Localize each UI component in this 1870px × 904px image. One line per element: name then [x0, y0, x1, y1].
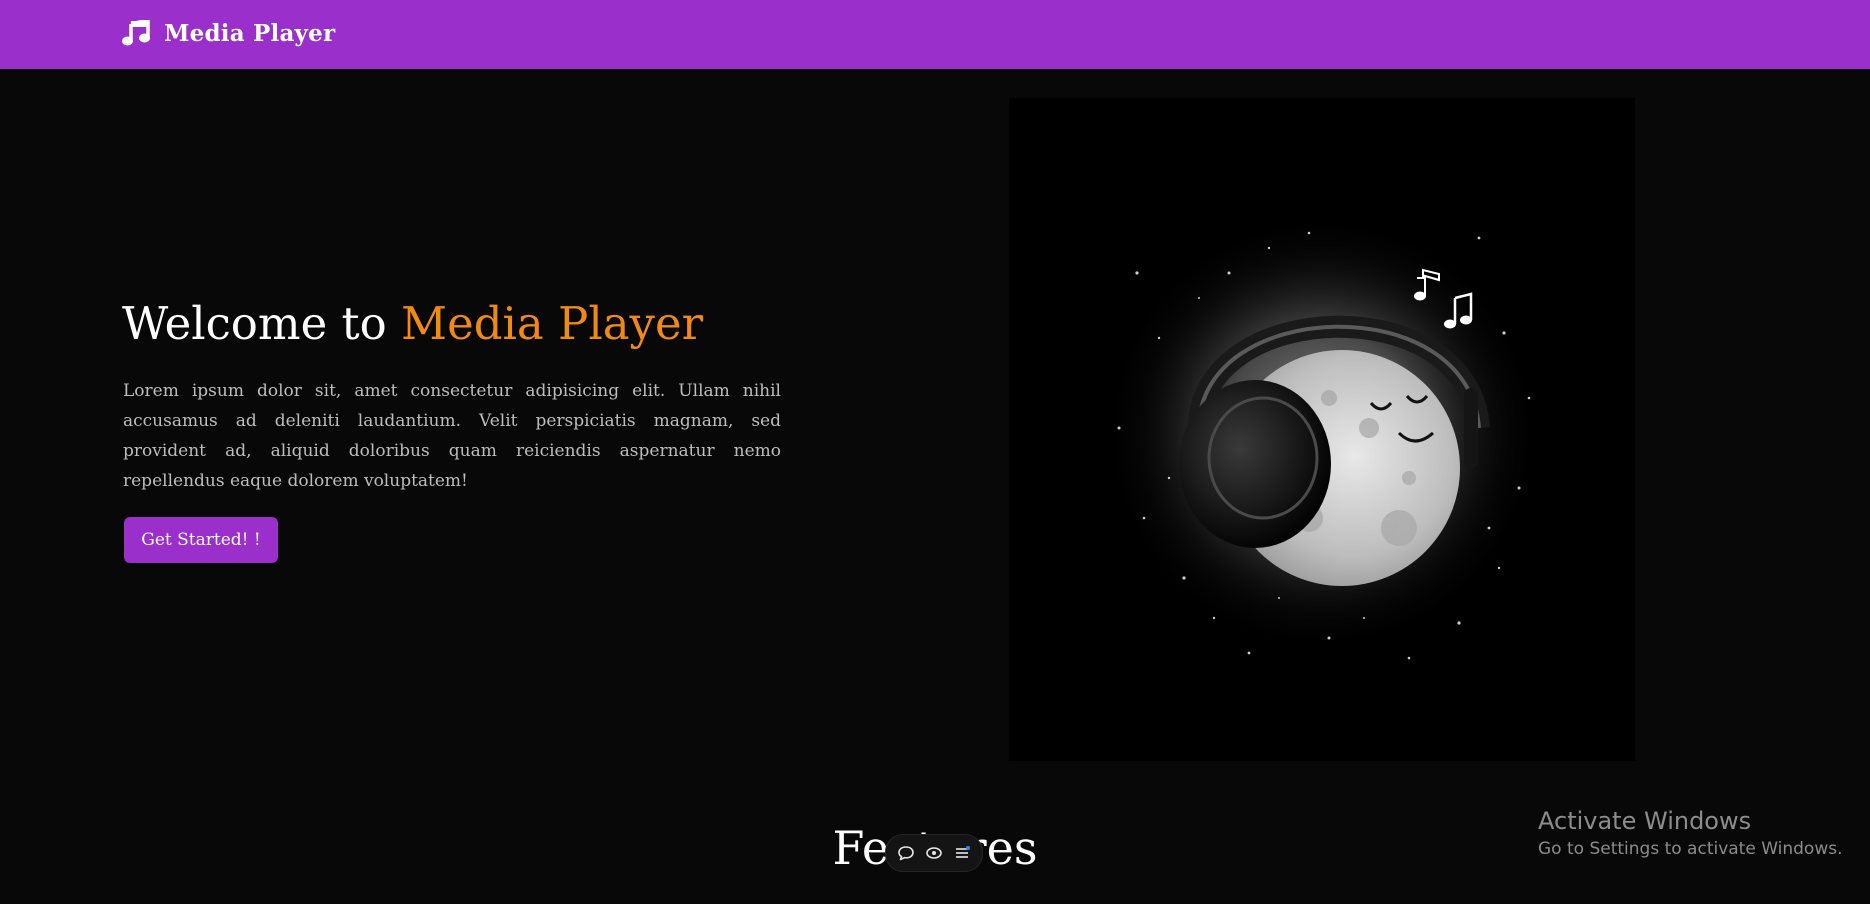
brand-link[interactable]: Media Player: [122, 17, 335, 49]
activate-windows-title: Activate Windows: [1538, 807, 1752, 835]
hero-title-prefix: Welcome to: [122, 297, 401, 350]
hero-description: Lorem ipsum dolor sit, amet consectetur …: [123, 381, 781, 491]
eye-icon[interactable]: [922, 841, 946, 865]
get-started-button[interactable]: Get Started! !: [124, 517, 278, 563]
music-note-icon: [122, 20, 150, 46]
chat-bubble-icon[interactable]: [894, 841, 918, 865]
navbar: Media Player: [0, 0, 1870, 69]
brand-name: Media Player: [164, 19, 336, 47]
moon-headphones-image: [1009, 98, 1635, 761]
floating-toolbar: [885, 834, 983, 872]
hero-title-accent: Media Player: [401, 297, 704, 350]
activate-windows-subtitle: Go to Settings to activate Windows.: [1538, 839, 1843, 859]
hero-title: Welcome to Media Player: [122, 294, 703, 354]
activate-windows-watermark: Activate Windows Go to Settings to activ…: [1538, 806, 1843, 862]
list-icon[interactable]: [950, 841, 974, 865]
